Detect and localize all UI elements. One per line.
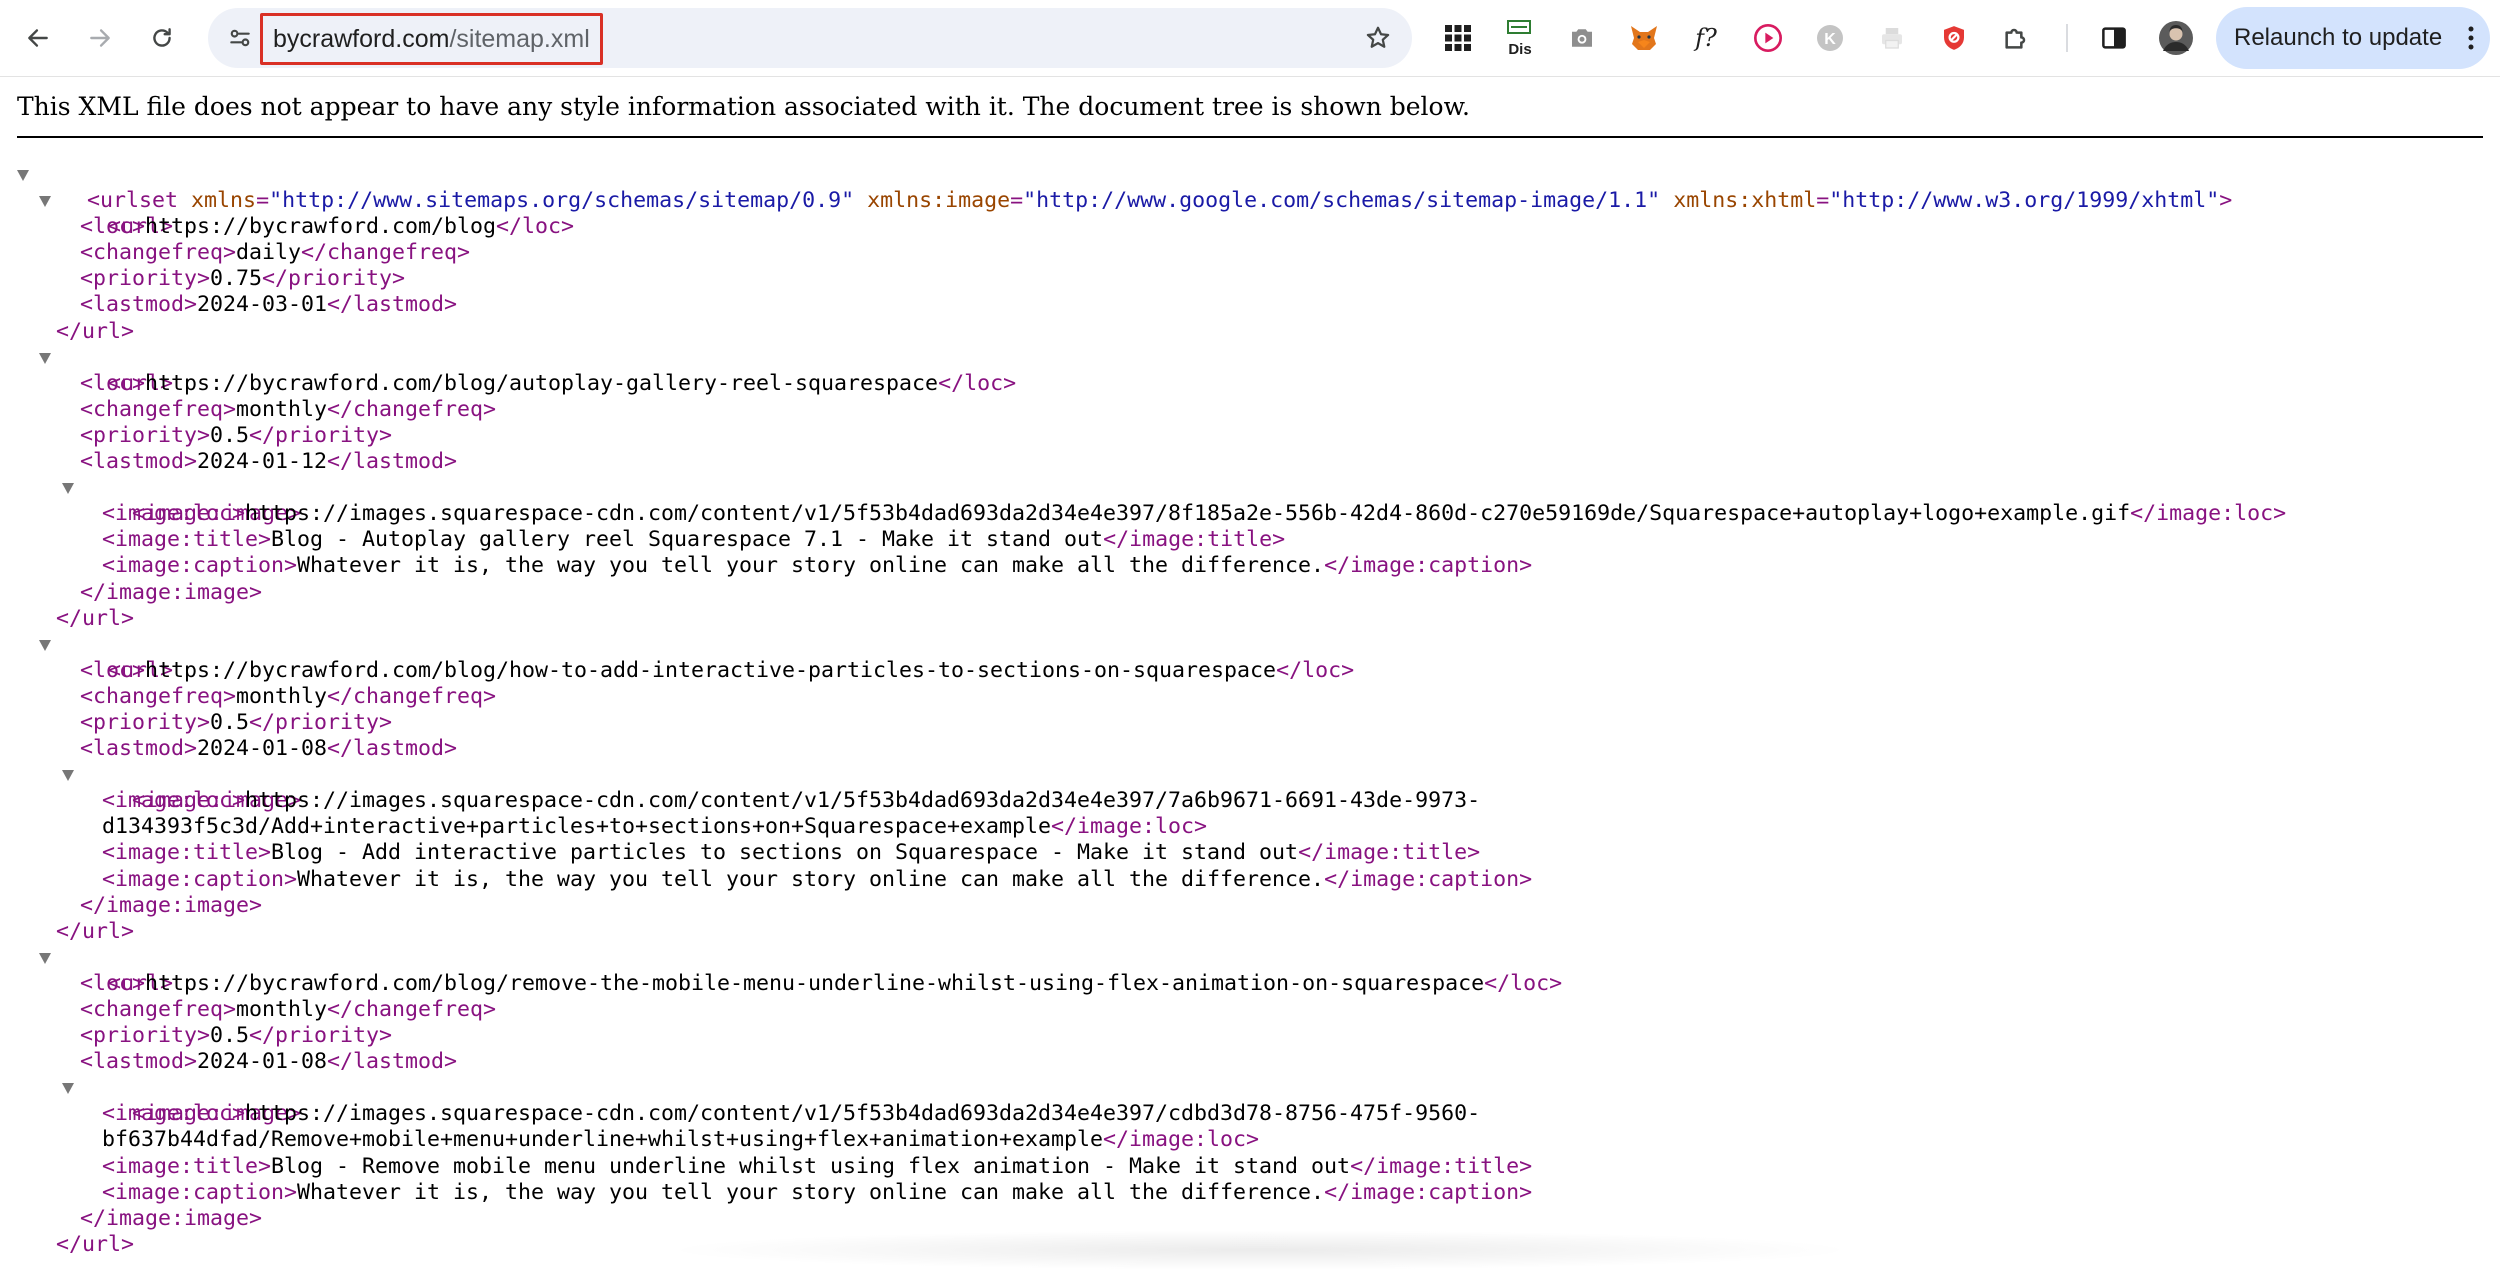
font-detect-button[interactable]: f? <box>1684 16 1728 60</box>
camera-icon <box>1572 29 1592 47</box>
lastmod-line: <lastmod>2024-01-12</lastmod> <box>80 449 458 475</box>
browser-toolbar: bycrawford.com/sitemap.xml Dis f? K Rela… <box>0 0 2500 77</box>
relaunch-label: Relaunch to update <box>2234 24 2443 51</box>
extensions-button[interactable] <box>1994 16 2038 60</box>
url-open-line: <url> <box>0 188 2500 239</box>
k-extension-button[interactable]: K <box>1808 16 1852 60</box>
priority-line: <priority>0.5</priority> <box>80 709 393 735</box>
printer-icon <box>1882 28 1902 49</box>
priority-line: <priority>0.75</priority> <box>80 266 406 292</box>
url-domain: bycrawford.com <box>273 24 450 53</box>
url-open-line: <url> <box>0 945 2500 996</box>
priority-line: <priority>0.5</priority> <box>80 422 393 448</box>
collapse-toggle-icon[interactable] <box>39 352 51 364</box>
url-close-line: </url> <box>56 605 135 631</box>
image-caption-line: <image:caption>Whatever it is, the way y… <box>102 866 1533 892</box>
collapse-toggle-icon[interactable] <box>39 952 51 964</box>
loc-line: <loc>https://bycrawford.com/blog/autopla… <box>80 370 1017 396</box>
play-circle-icon <box>1754 24 1782 52</box>
collapse-toggle-icon[interactable] <box>62 1083 74 1095</box>
camera-button[interactable] <box>1560 16 1604 60</box>
relaunch-button[interactable]: Relaunch to update <box>2216 7 2490 69</box>
image-loc-line: <image:loc>https://images.squarespace-cd… <box>102 1101 1481 1127</box>
lastmod-line: <lastmod>2024-01-08</lastmod> <box>80 736 458 762</box>
shield-extension-button[interactable] <box>1932 16 1976 60</box>
url-open-line: <url> <box>0 345 2500 396</box>
loc-line: <loc>https://bycrawford.com/blog</loc> <box>80 214 575 240</box>
url-path: /sitemap.xml <box>449 24 590 53</box>
site-info-button[interactable] <box>220 18 260 58</box>
font-detect-label: f? <box>1693 24 1717 52</box>
reload-icon <box>153 28 171 47</box>
header-divider <box>17 136 2483 138</box>
url-close-line: </url> <box>56 318 135 344</box>
bottom-shadow <box>660 1230 1860 1270</box>
fox-extension-icon <box>1631 26 1657 50</box>
forward-button[interactable] <box>80 18 120 58</box>
collapse-toggle-icon[interactable] <box>17 170 29 181</box>
image-close-line: </image:image> <box>80 579 263 605</box>
image-caption-line: <image:caption>Whatever it is, the way y… <box>102 1179 1533 1205</box>
profile-button[interactable] <box>2154 16 2198 60</box>
xml-info-message: This XML file does not appear to have an… <box>17 92 1470 121</box>
image-loc-line-continued: bf637b44dfad/Remove+mobile+menu+underlin… <box>102 1127 1260 1153</box>
image-close-line: </image:image> <box>80 892 263 918</box>
collapse-toggle-icon[interactable] <box>62 483 74 495</box>
image-caption-line: <image:caption>Whatever it is, the way y… <box>102 553 1533 579</box>
lastmod-line: <lastmod>2024-01-08</lastmod> <box>80 1049 458 1075</box>
star-icon <box>1366 26 1390 48</box>
image-loc-line: <image:loc>https://images.squarespace-cd… <box>102 501 2287 527</box>
lastmod-line: <lastmod>2024-03-01</lastmod> <box>80 292 458 318</box>
shield-extension-icon <box>1944 26 1964 50</box>
back-button[interactable] <box>18 18 58 58</box>
collapse-toggle-icon[interactable] <box>62 770 74 782</box>
loc-line: <loc>https://bycrawford.com/blog/remove-… <box>80 970 1563 996</box>
image-title-line: <image:title>Blog - Add interactive part… <box>102 840 1481 866</box>
apps-grid-button[interactable] <box>1436 16 1480 60</box>
changefreq-line: <changefreq>monthly</changefreq> <box>80 997 497 1022</box>
k-extension-icon: K <box>1817 25 1843 51</box>
printer-button[interactable] <box>1870 16 1914 60</box>
collapse-toggle-icon[interactable] <box>39 639 51 651</box>
font-detect-icon: f? <box>1693 24 1717 52</box>
image-title-line: <image:title>Blog - Remove mobile menu u… <box>102 1153 1533 1179</box>
tune-icon <box>230 29 250 47</box>
image-open-line: <image:image> <box>0 762 2500 813</box>
image-open-line: <image:image> <box>0 475 2500 526</box>
priority-line: <priority>0.5</priority> <box>80 1023 393 1049</box>
image-loc-line: <image:loc>https://images.squarespace-cd… <box>102 788 1481 814</box>
dis-label: Dis <box>1508 41 1531 58</box>
changefreq-line: <changefreq>monthly</changefreq> <box>80 683 497 709</box>
url-open-line: <url> <box>0 632 2500 683</box>
image-loc-line-continued: d134393f5c3d/Add+interactive+particles+t… <box>102 814 1208 840</box>
apps-grid-icon <box>1445 25 1471 51</box>
loc-line: <loc>https://bycrawford.com/blog/how-to-… <box>80 657 1355 683</box>
toolbar-separator <box>2066 24 2068 52</box>
xml-tree: <urlset xmlns="http://www.sitemaps.org/s… <box>0 162 2500 1258</box>
image-open-line: <image:image> <box>0 1075 2500 1126</box>
puzzle-icon <box>2005 28 2026 49</box>
urlset-open-line: <urlset xmlns="http://www.sitemaps.org/s… <box>0 162 2500 213</box>
fox-extension-button[interactable] <box>1622 16 1666 60</box>
reload-button[interactable] <box>142 18 182 58</box>
forward-arrow-icon <box>90 29 110 47</box>
changefreq-line: <changefreq>monthly</changefreq> <box>80 396 497 422</box>
back-arrow-icon <box>28 29 48 47</box>
side-panel-button[interactable] <box>2092 16 2136 60</box>
image-close-line: </image:image> <box>80 1205 263 1231</box>
bookmark-button[interactable] <box>1358 18 1398 58</box>
address-bar[interactable]: bycrawford.com/sitemap.xml <box>208 8 1412 68</box>
more-menu-icon <box>2468 26 2474 50</box>
k-label: K <box>1824 31 1836 48</box>
changefreq-line: <changefreq>daily</changefreq> <box>80 240 471 266</box>
avatar <box>2159 21 2193 55</box>
dis-extension-icon: Dis <box>1507 20 1532 58</box>
collapse-toggle-icon[interactable] <box>39 196 51 208</box>
url-text[interactable]: bycrawford.com/sitemap.xml <box>260 13 603 65</box>
image-title-line: <image:title>Blog - Autoplay gallery ree… <box>102 527 1286 553</box>
dis-extension-button[interactable]: Dis <box>1498 16 1542 60</box>
play-circle-button[interactable] <box>1746 16 1790 60</box>
url-close-line: </url> <box>56 918 135 944</box>
side-panel-icon <box>2102 27 2126 49</box>
